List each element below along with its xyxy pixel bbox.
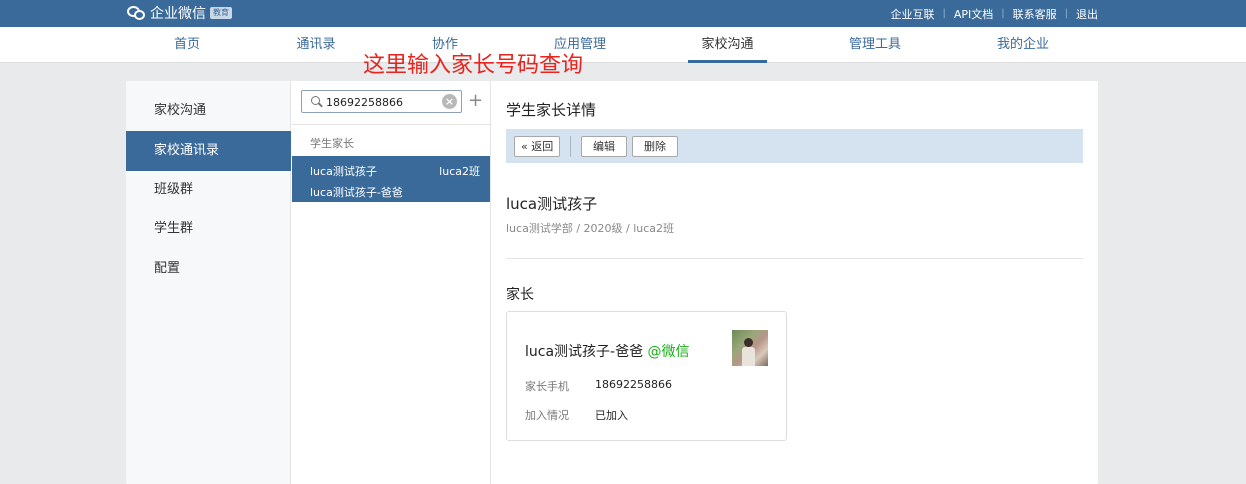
separator: | xyxy=(1064,8,1068,19)
back-label: 返回 xyxy=(531,140,554,153)
result-student-name: luca测试孩子 xyxy=(310,165,377,178)
avatar xyxy=(732,330,768,366)
sidebar-item-class-groups[interactable]: 班级群 xyxy=(126,170,291,210)
nav-management-tools[interactable]: 管理工具 xyxy=(848,27,902,63)
page-title: 学生家长详情 xyxy=(506,101,597,119)
plus-icon[interactable]: + xyxy=(468,89,483,113)
wechat-tag: @微信 xyxy=(647,344,690,360)
nav-home[interactable]: 首页 xyxy=(172,27,202,63)
child-name: luca测试孩子 xyxy=(506,195,598,213)
status-label: 加入情况 xyxy=(525,409,569,422)
detail-pane: 学生家长详情 « 返回 编辑 删除 luca测试孩子 luca测试学部 / 20… xyxy=(492,81,1098,484)
results-group-label: 学生家长 xyxy=(310,137,354,150)
chat-bubbles-logo-icon xyxy=(127,4,147,22)
parent-name-line: luca测试孩子-爸爸 @微信 xyxy=(525,341,690,361)
toolbar-separator xyxy=(570,136,571,157)
search-icon xyxy=(311,96,320,105)
nav-contacts[interactable]: 通讯录 xyxy=(296,27,336,63)
nav-my-enterprise[interactable]: 我的企业 xyxy=(996,27,1050,63)
top-link-enterprise-connect[interactable]: 企业互联 xyxy=(890,6,934,22)
parent-name: luca测试孩子-爸爸 xyxy=(525,344,644,360)
top-link-logout[interactable]: 退出 xyxy=(1076,6,1098,22)
sidebar: 家校沟通 家校通讯录 班级群 学生群 配置 xyxy=(126,81,291,484)
separator: | xyxy=(1001,8,1005,19)
parent-card: luca测试孩子-爸爸 @微信 家长手机 18692258866 加入情况 已加… xyxy=(506,311,787,441)
top-links: 企业互联 | API文档 | 联系客服 | 退出 xyxy=(890,0,1098,27)
phone-value: 18692258866 xyxy=(595,378,672,391)
main-nav: 首页 通讯录 协作 应用管理 家校沟通 管理工具 我的企业 xyxy=(0,27,1246,63)
top-bar: 企业微信 教育 企业互联 | API文档 | 联系客服 | 退出 xyxy=(0,0,1246,27)
search-box: × xyxy=(301,90,462,113)
sidebar-item-home-school[interactable]: 家校沟通 xyxy=(126,91,291,131)
sidebar-item-config[interactable]: 配置 xyxy=(126,249,291,289)
back-button[interactable]: « 返回 xyxy=(514,136,561,157)
result-class-name: luca2班 xyxy=(439,165,480,178)
phone-label: 家长手机 xyxy=(525,380,569,393)
list-item[interactable]: luca测试孩子 luca2班 luca测试孩子-爸爸 xyxy=(292,156,490,202)
status-value: 已加入 xyxy=(595,409,628,422)
separator: | xyxy=(942,8,946,19)
divider xyxy=(292,124,490,125)
search-input[interactable] xyxy=(326,94,436,110)
top-link-support[interactable]: 联系客服 xyxy=(1013,6,1057,22)
logo-text: 企业微信 xyxy=(150,6,206,22)
double-chevron-left-icon: « xyxy=(521,140,528,153)
child-path: luca测试学部 / 2020级 / luca2班 xyxy=(506,222,675,235)
parents-heading: 家长 xyxy=(506,287,534,303)
divider xyxy=(506,258,1083,259)
clear-icon[interactable]: × xyxy=(442,94,457,109)
delete-button[interactable]: 删除 xyxy=(632,136,678,157)
annotation-text: 这里输入家长号码查询 xyxy=(363,53,584,78)
content-panel: 家校沟通 家校通讯录 班级群 学生群 配置 × + 学生家长 luca测试孩子 … xyxy=(126,81,1098,484)
app-logo[interactable]: 企业微信 教育 xyxy=(127,3,232,23)
nav-home-school[interactable]: 家校沟通 xyxy=(688,27,767,63)
edition-tag: 教育 xyxy=(210,7,232,19)
sidebar-item-contacts[interactable]: 家校通讯录 xyxy=(126,131,291,171)
detail-toolbar: « 返回 编辑 删除 xyxy=(506,129,1083,163)
top-link-api-docs[interactable]: API文档 xyxy=(954,6,993,22)
sidebar-item-student-groups[interactable]: 学生群 xyxy=(126,209,291,249)
search-column: × + 学生家长 luca测试孩子 luca2班 luca测试孩子-爸爸 xyxy=(292,81,491,484)
result-parent-name: luca测试孩子-爸爸 xyxy=(310,186,403,199)
edit-button[interactable]: 编辑 xyxy=(581,136,627,157)
